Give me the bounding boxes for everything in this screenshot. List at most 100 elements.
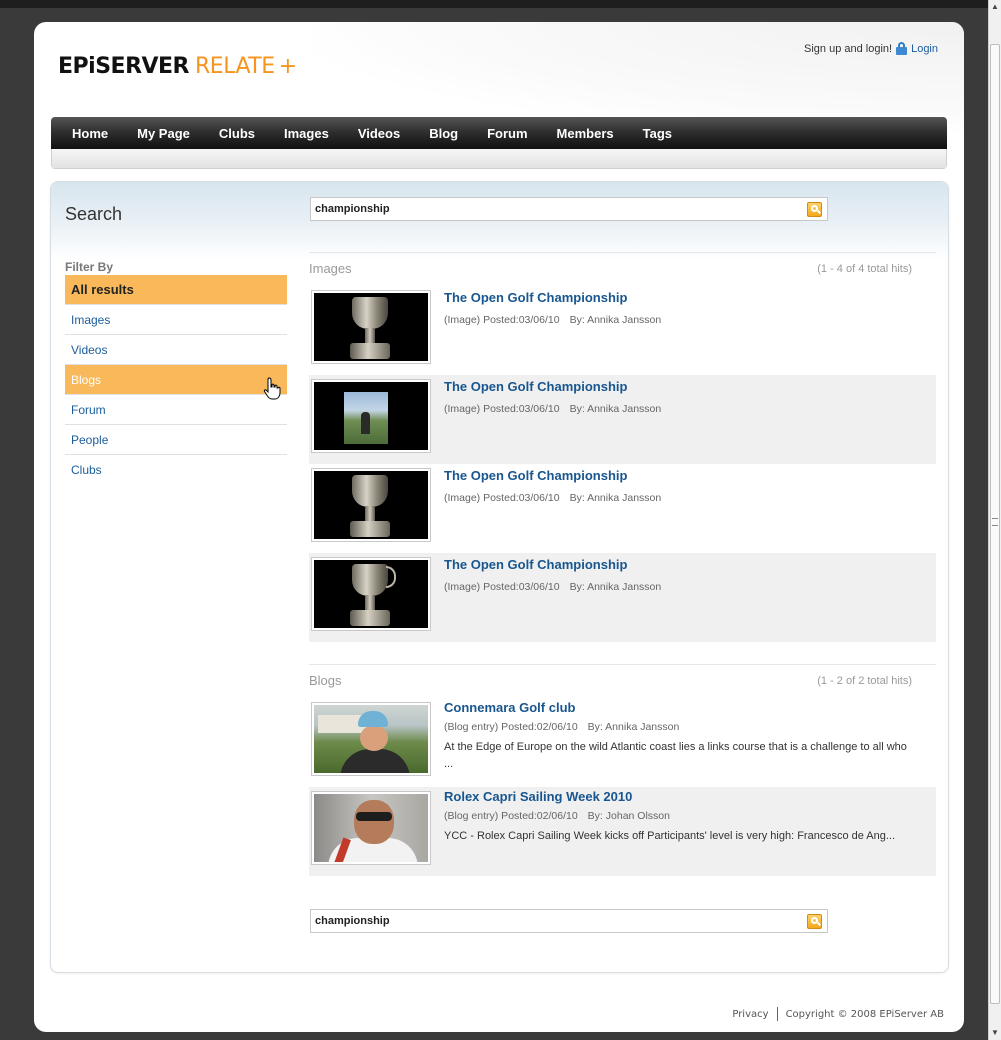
filter-item-images[interactable]: Images	[65, 305, 287, 335]
result-thumbnail[interactable]	[311, 557, 431, 631]
filter-item-blogs[interactable]: Blogs	[65, 365, 287, 395]
result-item: Rolex Capri Sailing Week 2010 (Blog entr…	[309, 787, 936, 876]
result-title-link[interactable]: Connemara Golf club	[444, 700, 914, 715]
group-divider	[309, 664, 936, 665]
search-content-panel: Search Filter By All results Images Vide…	[50, 181, 949, 973]
result-author: By: Annika Jansson	[569, 403, 662, 415]
result-title-link[interactable]: Rolex Capri Sailing Week 2010	[444, 789, 914, 804]
browser-top-strip	[0, 0, 988, 8]
result-excerpt: At the Edge of Europe on the wild Atlant…	[444, 741, 907, 770]
result-meta: (Blog entry) Posted:02/06/10 By: Annika J…	[444, 721, 914, 733]
logo-episerver: EPiSERVER	[58, 54, 190, 79]
result-title-link[interactable]: The Open Golf Championship	[444, 379, 914, 394]
result-meta: (Image) Posted:03/06/10 By: Annika Jansso…	[444, 581, 914, 593]
result-type-date: (Image) Posted:03/06/10	[444, 403, 560, 415]
logo-relate: RELATE	[195, 54, 275, 79]
golfer-image	[314, 382, 428, 450]
result-author: By: Johan Olsson	[587, 810, 670, 822]
bottom-search-button[interactable]	[807, 914, 822, 929]
filter-item-all-results[interactable]: All results	[65, 275, 287, 305]
result-type-date: (Blog entry) Posted:02/06/10	[444, 721, 578, 733]
search-button[interactable]	[807, 202, 822, 217]
account-area: Sign up and login! Login	[804, 42, 938, 55]
result-type-date: (Image) Posted:03/06/10	[444, 492, 560, 504]
search-input[interactable]	[311, 198, 801, 220]
site-logo[interactable]: EPiSERVER RELATE +	[58, 54, 297, 79]
result-item: Connemara Golf club (Blog entry) Posted:…	[309, 698, 936, 787]
result-thumbnail[interactable]	[311, 379, 431, 453]
nav-item-clubs[interactable]: Clubs	[219, 126, 255, 141]
top-search-box	[310, 197, 828, 221]
trophy-image	[314, 560, 428, 628]
result-thumbnail[interactable]	[311, 290, 431, 364]
blogs-group-header: Blogs (1 - 2 of 2 total hits)	[309, 673, 936, 689]
privacy-link[interactable]: Privacy	[732, 1009, 768, 1020]
result-author: By: Annika Jansson	[569, 492, 662, 504]
result-item: The Open Golf Championship (Image) Poste…	[309, 464, 936, 553]
signup-text: Sign up and login!	[804, 42, 893, 55]
nav-item-members[interactable]: Members	[557, 126, 614, 141]
vertical-scrollbar[interactable]: ▲ ▼	[988, 0, 1001, 1040]
nav-item-forum[interactable]: Forum	[487, 126, 527, 141]
result-author: By: Annika Jansson	[587, 721, 680, 733]
nav-item-my-page[interactable]: My Page	[137, 126, 190, 141]
result-thumbnail[interactable]	[311, 468, 431, 542]
logo-plus: +	[278, 54, 297, 79]
nav-item-images[interactable]: Images	[284, 126, 329, 141]
page-container: EPiSERVER RELATE + Sign up and login! Logi…	[34, 22, 964, 1032]
hit-count-images: (1 - 4 of 4 total hits)	[817, 263, 912, 275]
filter-item-forum[interactable]: Forum	[65, 395, 287, 425]
search-header-gradient	[51, 182, 948, 260]
footer-separator	[776, 1007, 778, 1021]
result-title-link[interactable]: The Open Golf Championship	[444, 468, 914, 483]
result-meta: (Image) Posted:03/06/10 By: Annika Jansso…	[444, 314, 914, 326]
lock-icon	[896, 42, 908, 55]
group-label-blogs: Blogs	[309, 673, 342, 688]
hit-count-blogs: (1 - 2 of 2 total hits)	[817, 675, 912, 687]
login-link[interactable]: Login	[911, 43, 938, 55]
nav-item-videos[interactable]: Videos	[358, 126, 400, 141]
subnav-shelf	[51, 149, 947, 169]
trophy-image	[314, 293, 428, 361]
result-item: The Open Golf Championship (Image) Poste…	[309, 286, 936, 375]
result-title-link[interactable]: The Open Golf Championship	[444, 557, 914, 572]
result-type-date: (Blog entry) Posted:02/06/10	[444, 810, 578, 822]
filter-heading: Filter By	[65, 260, 114, 274]
images-group-header: Images (1 - 4 of 4 total hits)	[309, 261, 936, 277]
filter-item-people[interactable]: People	[65, 425, 287, 455]
result-title-link[interactable]: The Open Golf Championship	[444, 290, 914, 305]
result-type-date: (Image) Posted:03/06/10	[444, 314, 560, 326]
search-results: Images (1 - 4 of 4 total hits) The Open …	[309, 252, 936, 876]
result-meta: (Image) Posted:03/06/10 By: Annika Jansso…	[444, 403, 914, 415]
hand-pointer-cursor-icon	[263, 377, 281, 400]
scroll-down-arrow-icon[interactable]: ▼	[989, 1026, 1001, 1040]
nav-item-home[interactable]: Home	[72, 126, 108, 141]
result-thumbnail[interactable]	[311, 791, 431, 865]
result-item: The Open Golf Championship (Image) Poste…	[309, 375, 936, 464]
result-item: The Open Golf Championship (Image) Poste…	[309, 553, 936, 642]
result-author: By: Annika Jansson	[569, 314, 662, 326]
result-thumbnail[interactable]	[311, 702, 431, 776]
man-portrait	[314, 705, 428, 773]
page-title: Search	[65, 204, 123, 224]
result-excerpt: YCC - Rolex Capri Sailing Week kicks off…	[444, 830, 896, 842]
trophy-image	[314, 471, 428, 539]
nav-item-blog[interactable]: Blog	[429, 126, 458, 141]
header-swoosh-decoration	[314, 22, 964, 132]
bottom-search-input[interactable]	[311, 910, 801, 932]
scrollbar-grip-icon	[992, 518, 998, 526]
filter-item-videos[interactable]: Videos	[65, 335, 287, 365]
sailor-portrait	[314, 794, 428, 862]
main-navigation: Home My Page Clubs Images Videos Blog Fo…	[51, 117, 947, 169]
nav-bar: Home My Page Clubs Images Videos Blog Fo…	[51, 117, 947, 149]
bottom-search-box	[310, 909, 828, 933]
page-footer: Privacy Copyright © 2008 EPiServer AB	[732, 1007, 944, 1021]
result-meta: (Image) Posted:03/06/10 By: Annika Jansso…	[444, 492, 914, 504]
group-divider	[309, 252, 936, 253]
result-type-date: (Image) Posted:03/06/10	[444, 581, 560, 593]
scroll-up-arrow-icon[interactable]: ▲	[989, 0, 1001, 14]
result-meta: (Blog entry) Posted:02/06/10 By: Johan Ol…	[444, 810, 914, 822]
filter-item-clubs[interactable]: Clubs	[65, 455, 287, 485]
nav-item-tags[interactable]: Tags	[643, 126, 672, 141]
filter-sidebar: Filter By All results Images Videos Blog…	[65, 260, 287, 485]
